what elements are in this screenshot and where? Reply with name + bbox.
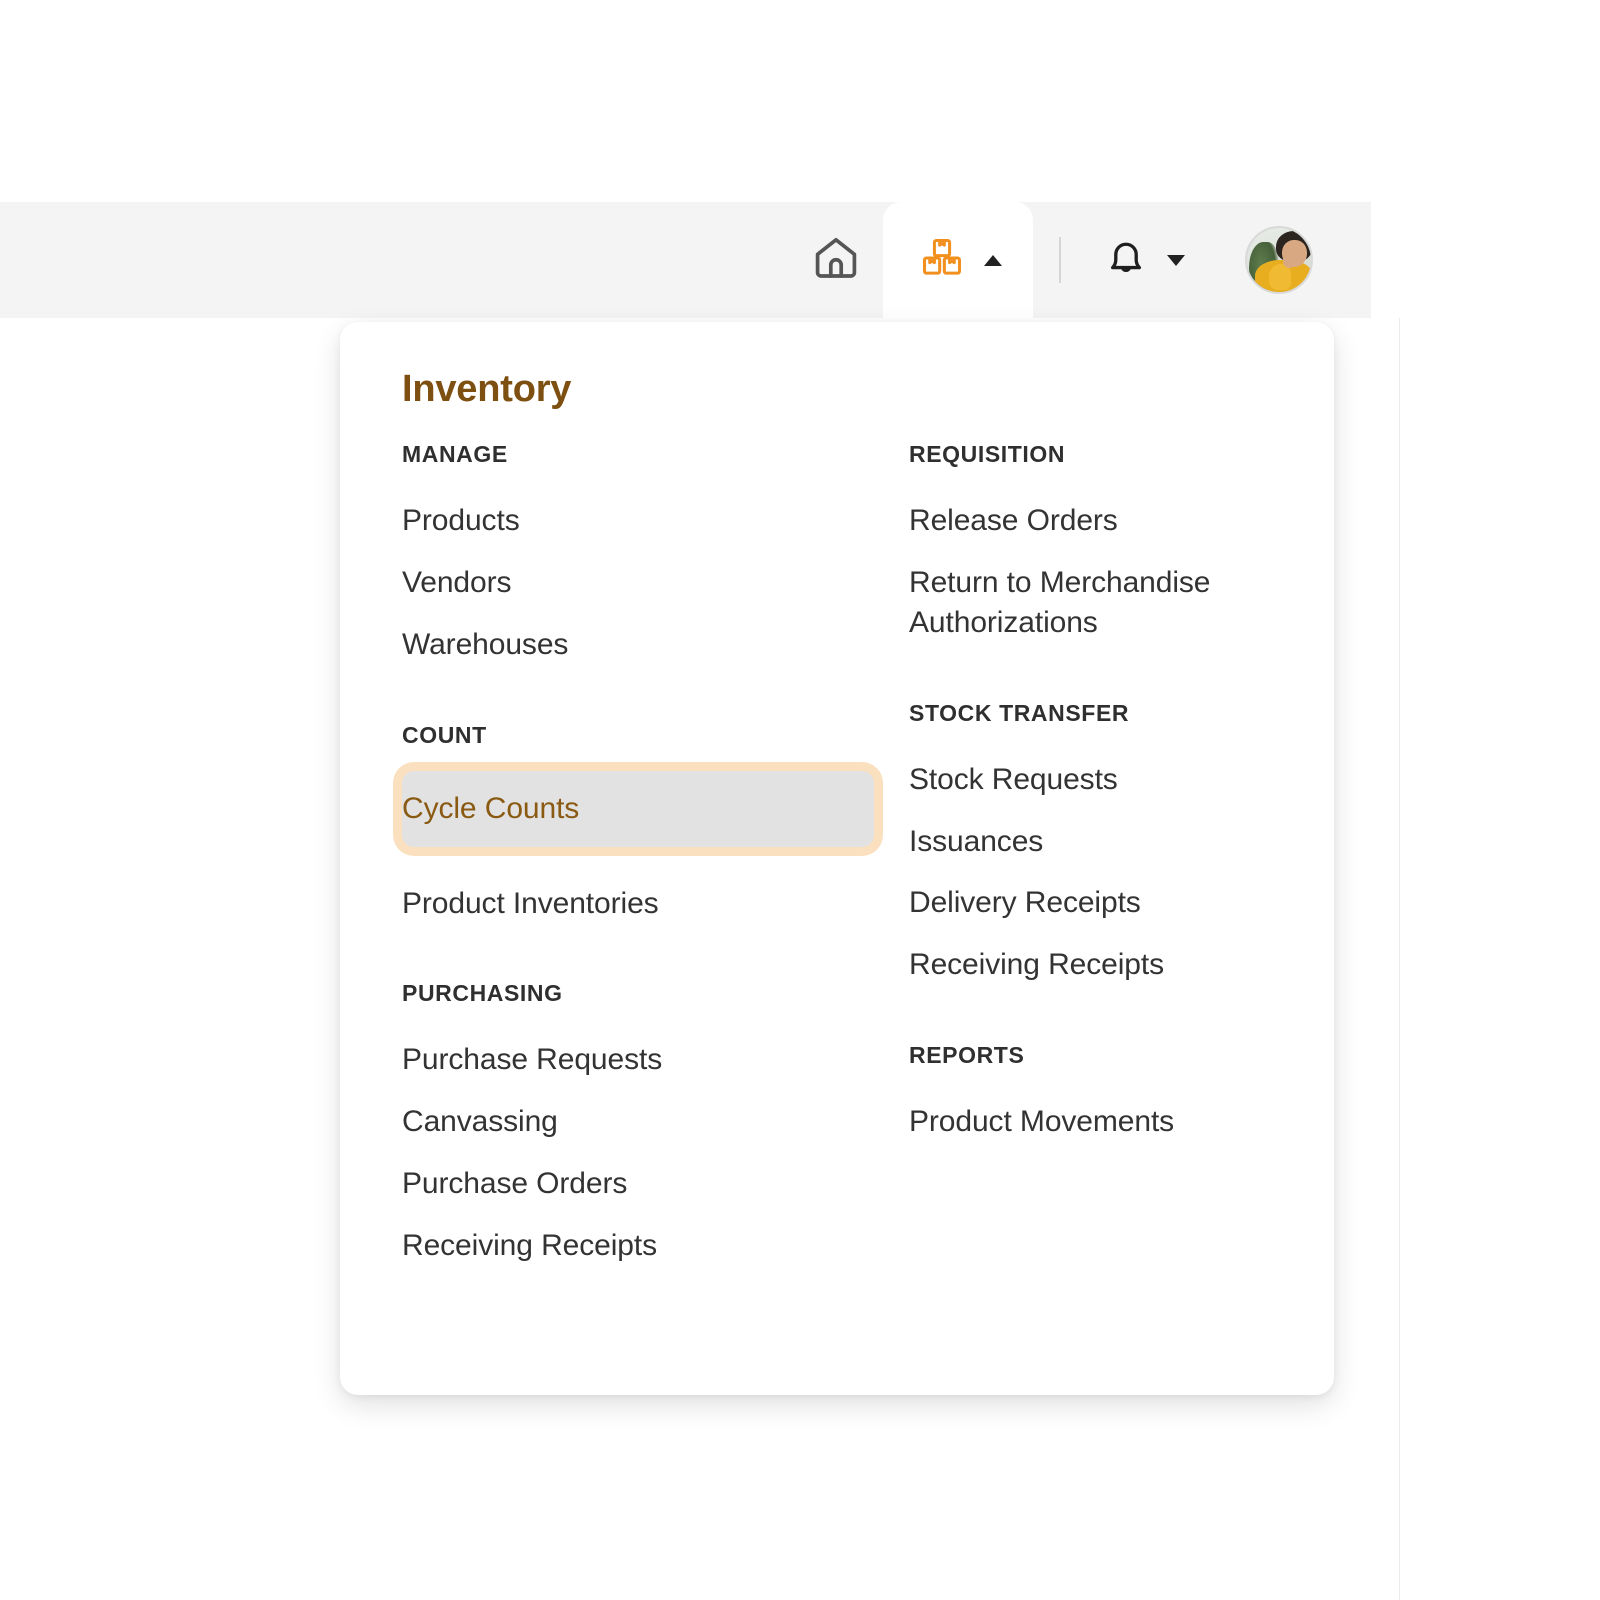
menu-item-receiving-receipts-stock[interactable]: Receiving Receipts: [909, 934, 1300, 996]
boxes-icon: [914, 230, 970, 291]
home-icon: [810, 232, 862, 289]
top-navigation-bar: [0, 202, 1371, 318]
menu-group-reports: REPORTS Product Movements: [909, 1042, 1300, 1153]
menu-item-delivery-receipts[interactable]: Delivery Receipts: [909, 872, 1300, 934]
inventory-mega-menu: Inventory MANAGE Products Vendors Wareho…: [340, 322, 1334, 1395]
menu-item-vendors[interactable]: Vendors: [402, 552, 811, 614]
menu-item-stock-requests[interactable]: Stock Requests: [909, 749, 1300, 811]
caret-up-icon: [984, 254, 1002, 266]
caret-down-icon: [1167, 254, 1185, 266]
group-heading-stock-transfer: STOCK TRANSFER: [909, 699, 1130, 726]
menu-column-left: MANAGE Products Vendors Warehouses COUNT…: [370, 441, 874, 1277]
toolbar-divider: [1059, 237, 1061, 283]
group-heading-manage: MANAGE: [402, 441, 508, 467]
menu-item-cycle-counts[interactable]: Cycle Counts: [402, 770, 874, 847]
menu-group-stock-transfer: STOCK TRANSFER Stock Requests Issuances …: [909, 700, 1300, 997]
menu-item-canvassing[interactable]: Canvassing: [402, 1091, 811, 1153]
notifications-button[interactable]: [1087, 202, 1199, 318]
home-button[interactable]: [789, 202, 883, 318]
tab-inventory[interactable]: [883, 202, 1033, 318]
menu-item-products[interactable]: Products: [402, 490, 811, 552]
user-avatar[interactable]: [1245, 226, 1313, 294]
group-heading-count: COUNT: [402, 721, 487, 748]
bell-icon: [1101, 233, 1151, 288]
menu-item-purchase-requests[interactable]: Purchase Requests: [402, 1029, 811, 1091]
menu-item-product-movements[interactable]: Product Movements: [909, 1091, 1300, 1153]
group-heading-requisition: REQUISITION: [909, 441, 1066, 467]
app-root: Inventory MANAGE Products Vendors Wareho…: [0, 0, 1600, 1600]
menu-group-manage: MANAGE Products Vendors Warehouses: [402, 441, 811, 676]
menu-title: Inventory: [402, 368, 572, 410]
menu-item-return-to-merchandise-authorizations[interactable]: Return to Merchandise Authorizations: [909, 552, 1300, 654]
menu-item-product-inventories[interactable]: Product Inventories: [402, 873, 811, 935]
menu-group-purchasing: PURCHASING Purchase Requests Canvassing …: [402, 980, 811, 1277]
group-heading-reports: REPORTS: [909, 1042, 1025, 1069]
menu-item-release-orders[interactable]: Release Orders: [909, 490, 1300, 552]
menu-item-warehouses[interactable]: Warehouses: [402, 614, 811, 676]
group-heading-purchasing: PURCHASING: [402, 980, 563, 1007]
menu-item-cycle-counts-label: Cycle Counts: [402, 791, 580, 825]
menu-item-purchase-orders[interactable]: Purchase Orders: [402, 1153, 811, 1215]
nav-icon-cluster: [789, 202, 1313, 318]
menu-item-receiving-receipts-purchasing[interactable]: Receiving Receipts: [402, 1215, 811, 1277]
menu-group-requisition: REQUISITION Release Orders Return to Mer…: [909, 441, 1300, 654]
content-divider: [1399, 318, 1400, 1600]
menu-group-count: COUNT Cycle Counts Product Inventories: [402, 721, 874, 935]
menu-column-right: REQUISITION Release Orders Return to Mer…: [835, 441, 1300, 1277]
menu-item-issuances[interactable]: Issuances: [909, 811, 1300, 873]
menu-columns: MANAGE Products Vendors Warehouses COUNT…: [370, 441, 1300, 1277]
